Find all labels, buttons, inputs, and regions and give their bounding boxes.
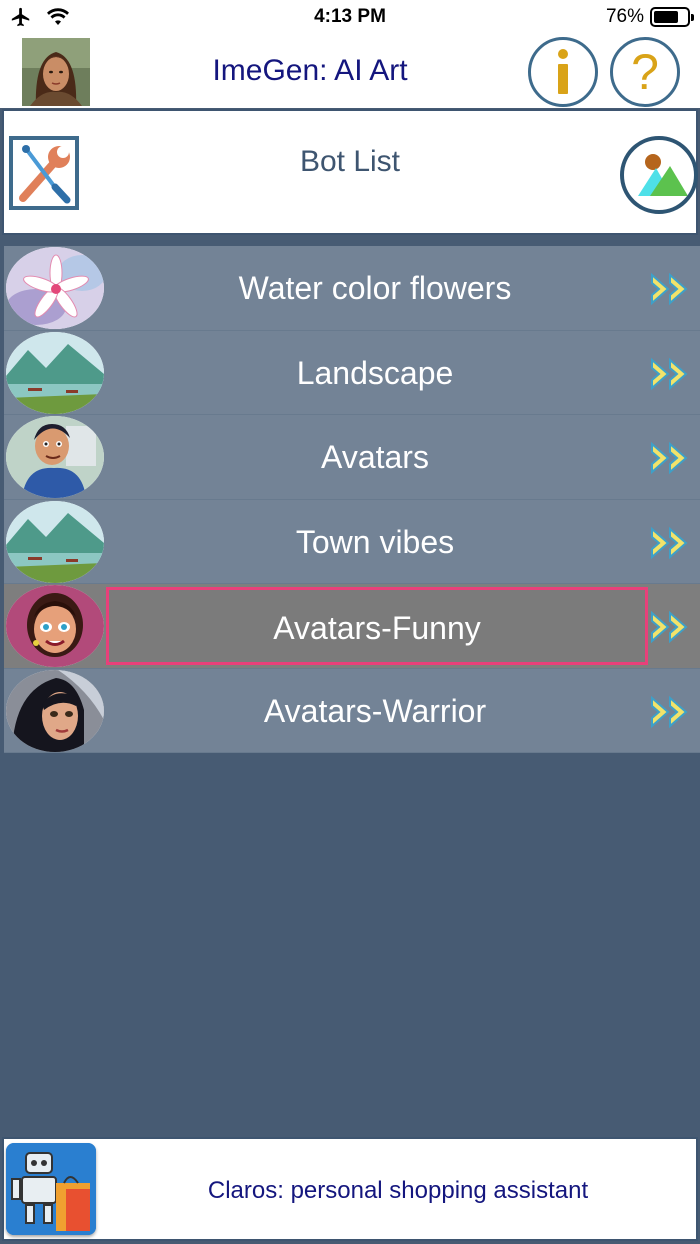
- question-mark-icon: ?: [631, 44, 659, 100]
- image-gallery-icon: [638, 154, 688, 196]
- list-item-selected[interactable]: Avatars-Funny: [4, 584, 700, 669]
- list-item[interactable]: Landscape: [4, 330, 700, 415]
- bot-name: Landscape: [296, 354, 454, 391]
- ad-text: Claros: personal shopping assistant: [207, 1177, 589, 1204]
- gallery-button[interactable]: [620, 136, 698, 214]
- double-chevron-right-icon[interactable]: [648, 357, 692, 391]
- bot-thumbnail: [6, 247, 104, 329]
- list-item[interactable]: Water color flowers: [4, 246, 700, 331]
- bot-list: Water color flowers Landscape Avatars To…: [4, 246, 700, 753]
- battery-percentage: 76%: [605, 6, 644, 27]
- bot-name: Avatars: [321, 439, 429, 475]
- app-header: ImeGen: AI Art ?: [0, 36, 700, 108]
- battery-nub: [691, 14, 694, 21]
- battery-fill: [654, 11, 679, 23]
- double-chevron-right-icon[interactable]: [648, 610, 692, 644]
- battery-icon: [650, 7, 694, 27]
- bot-thumbnail: [6, 585, 104, 667]
- bot-name: Avatars-Funny: [106, 587, 648, 665]
- list-item[interactable]: Avatars: [4, 415, 700, 500]
- bot-thumbnail: [6, 500, 104, 583]
- double-chevron-right-icon[interactable]: [648, 441, 692, 475]
- bot-thumbnail: [6, 331, 104, 414]
- list-item[interactable]: Avatars-Warrior: [4, 668, 700, 753]
- status-bar: 4:13 PM 76%: [0, 0, 700, 36]
- info-icon: [558, 49, 568, 94]
- panel-title: Bot List: [299, 145, 401, 178]
- shopping-robot-icon: [6, 1143, 96, 1235]
- bot-name: Town vibes: [295, 523, 455, 560]
- double-chevron-right-icon[interactable]: [648, 526, 692, 560]
- double-chevron-right-icon[interactable]: [648, 272, 692, 306]
- help-button[interactable]: ?: [610, 37, 680, 107]
- bot-name: Avatars-Warrior: [263, 692, 487, 729]
- status-time: 4:13 PM: [314, 6, 386, 27]
- bot-thumbnail: [6, 669, 104, 752]
- status-right: 76%: [605, 6, 694, 28]
- footer-ad-banner[interactable]: Claros: personal shopping assistant: [2, 1137, 698, 1241]
- bot-list-panel: Bot List: [2, 109, 698, 235]
- bot-thumbnail: [6, 416, 104, 498]
- bot-name: Water color flowers: [238, 270, 512, 306]
- double-chevron-right-icon[interactable]: [648, 695, 692, 729]
- app-title: ImeGen: AI Art: [212, 54, 408, 87]
- list-item[interactable]: Town vibes: [4, 499, 700, 584]
- info-button[interactable]: [528, 37, 598, 107]
